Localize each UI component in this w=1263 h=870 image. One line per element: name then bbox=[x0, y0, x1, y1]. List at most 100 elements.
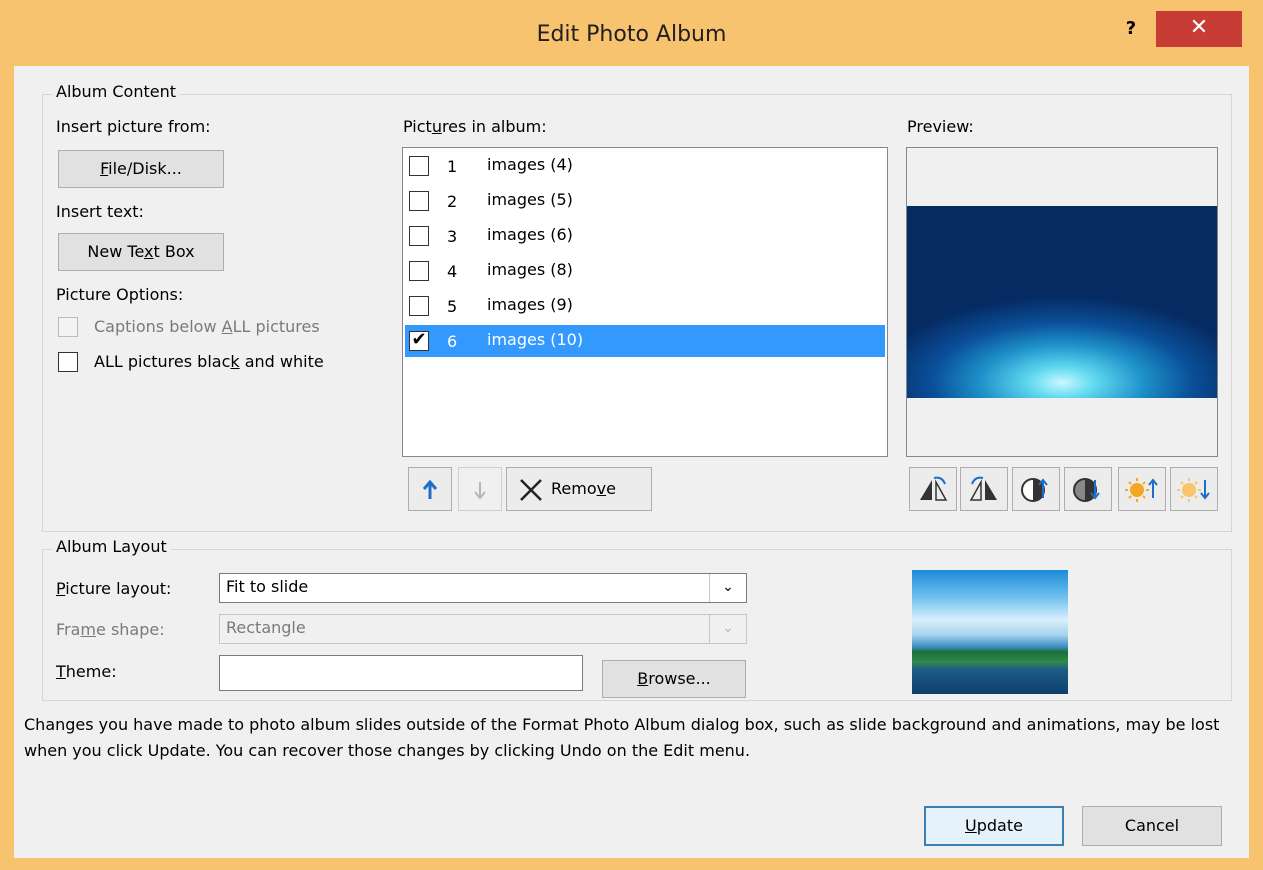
preview-image bbox=[907, 206, 1217, 398]
picture-checkbox[interactable] bbox=[409, 261, 429, 281]
album-content-label: Album Content bbox=[52, 82, 180, 101]
frame-shape-accesskey: m bbox=[80, 620, 97, 639]
picture-number: 5 bbox=[447, 297, 458, 316]
chevron-down-icon[interactable]: ⌄ bbox=[709, 574, 746, 602]
list-item[interactable]: ✔ 6 images (10) bbox=[405, 325, 885, 357]
picture-layout-accesskey: P bbox=[56, 579, 66, 598]
dialog-title: Edit Photo Album bbox=[536, 22, 727, 47]
rotate-right-button[interactable] bbox=[960, 467, 1008, 511]
pictures-label-text-rest: res in album: bbox=[441, 117, 547, 136]
black-white-accesskey: k bbox=[230, 352, 240, 371]
picture-checkbox[interactable] bbox=[409, 191, 429, 211]
new-text-box-text: New Te bbox=[87, 242, 145, 261]
list-item[interactable]: 5 images (9) bbox=[405, 290, 885, 322]
picture-number: 1 bbox=[447, 157, 458, 176]
rotate-right-icon bbox=[969, 476, 997, 501]
frame-shape-dropdown[interactable]: Rectangle ⌄ bbox=[219, 614, 747, 644]
picture-number: 2 bbox=[447, 192, 458, 211]
picture-number: 3 bbox=[447, 227, 458, 246]
new-text-box-button[interactable]: New Text Box bbox=[58, 233, 224, 271]
picture-checkbox[interactable]: ✔ bbox=[409, 331, 429, 351]
picture-number: 4 bbox=[447, 262, 458, 281]
picture-checkbox[interactable] bbox=[409, 226, 429, 246]
picture-name: images (9) bbox=[487, 295, 573, 314]
pictures-label-text: Pict bbox=[403, 117, 432, 136]
dialog-client-area: Album Content Insert picture from: File/… bbox=[14, 66, 1249, 858]
more-brightness-icon bbox=[1125, 478, 1158, 502]
new-text-box-text-rest: t Box bbox=[153, 242, 195, 261]
rotate-left-icon bbox=[920, 476, 948, 501]
picture-checkbox[interactable] bbox=[409, 156, 429, 176]
picture-name: images (6) bbox=[487, 225, 573, 244]
pictures-in-album-label: Pictures in album: bbox=[403, 117, 547, 136]
move-up-button[interactable] bbox=[408, 467, 452, 511]
captions-option-label: Captions below ALL pictures bbox=[94, 317, 320, 336]
captions-text: Captions below bbox=[94, 317, 222, 336]
frame-shape-text-rest: e shape: bbox=[96, 620, 165, 639]
browse-accesskey: B bbox=[637, 669, 649, 688]
check-mark-icon: ✔ bbox=[411, 329, 427, 350]
move-down-button[interactable] bbox=[458, 467, 502, 511]
cancel-button[interactable]: Cancel bbox=[1082, 806, 1222, 846]
picture-checkbox[interactable] bbox=[409, 296, 429, 316]
remove-accesskey: v bbox=[596, 479, 607, 498]
update-button[interactable]: Update bbox=[924, 806, 1064, 846]
less-brightness-button[interactable] bbox=[1170, 467, 1218, 511]
list-item[interactable]: 4 images (8) bbox=[405, 255, 885, 287]
more-contrast-button[interactable] bbox=[1012, 467, 1060, 511]
black-white-option-label[interactable]: ALL pictures black and white bbox=[94, 352, 324, 371]
remove-button[interactable]: Remove bbox=[506, 467, 652, 511]
list-item[interactable]: 1 images (4) bbox=[405, 150, 885, 182]
preview-pane bbox=[906, 147, 1218, 457]
black-white-text: ALL pictures blac bbox=[94, 352, 231, 371]
update-text: pdate bbox=[976, 816, 1023, 835]
warning-note: Changes you have made to photo album sli… bbox=[24, 715, 1220, 760]
preview-label: Preview: bbox=[907, 117, 974, 136]
black-white-checkbox[interactable] bbox=[58, 352, 78, 372]
picture-name: images (4) bbox=[487, 155, 573, 174]
remove-x-icon bbox=[520, 479, 542, 501]
update-accesskey: U bbox=[965, 816, 977, 835]
picture-layout-dropdown[interactable]: Fit to slide ⌄ bbox=[219, 573, 747, 603]
more-contrast-icon bbox=[1021, 478, 1048, 502]
theme-label: Theme: bbox=[56, 662, 117, 681]
more-brightness-button[interactable] bbox=[1118, 467, 1166, 511]
close-button[interactable]: ✕ bbox=[1156, 11, 1242, 47]
title-bar[interactable]: Edit Photo Album ? ✕ bbox=[0, 0, 1263, 72]
file-disk-accesskey: F bbox=[100, 159, 109, 178]
list-item[interactable]: 3 images (6) bbox=[405, 220, 885, 252]
help-button[interactable]: ? bbox=[1116, 14, 1146, 44]
less-contrast-button[interactable] bbox=[1064, 467, 1112, 511]
picture-name: images (10) bbox=[487, 330, 584, 349]
file-disk-button[interactable]: File/Disk... bbox=[58, 150, 224, 188]
captions-text-rest: LL pictures bbox=[232, 317, 320, 336]
picture-options-label: Picture Options: bbox=[56, 285, 184, 304]
rotate-left-button[interactable] bbox=[909, 467, 957, 511]
file-disk-text-rest: ile/Disk... bbox=[108, 159, 182, 178]
insert-picture-from-label: Insert picture from: bbox=[56, 117, 211, 136]
picture-number: 6 bbox=[447, 332, 458, 351]
browse-text: rowse... bbox=[648, 669, 711, 688]
frame-shape-text: Fra bbox=[56, 620, 81, 639]
arrow-up-icon bbox=[422, 479, 438, 499]
pictures-label-accesskey: u bbox=[431, 117, 442, 136]
theme-accesskey: T bbox=[56, 662, 66, 681]
captions-checkbox[interactable] bbox=[58, 317, 78, 337]
picture-name: images (5) bbox=[487, 190, 573, 209]
chevron-down-icon[interactable]: ⌄ bbox=[709, 615, 746, 643]
pictures-listbox[interactable]: 1 images (4) 2 images (5) 3 images (6) 4 images… bbox=[402, 147, 888, 457]
black-white-text-rest: and white bbox=[239, 352, 324, 371]
picture-name: images (8) bbox=[487, 260, 573, 279]
browse-button[interactable]: Browse... bbox=[602, 660, 746, 698]
picture-layout-label: Picture layout: bbox=[56, 579, 171, 598]
remove-label: Remove bbox=[551, 468, 616, 510]
list-item[interactable]: 2 images (5) bbox=[405, 185, 885, 217]
less-contrast-icon bbox=[1073, 478, 1100, 502]
dialog-window: Edit Photo Album ? ✕ Album Content Inser… bbox=[0, 0, 1263, 870]
layout-thumbnail bbox=[912, 570, 1068, 694]
arrow-down-icon bbox=[474, 482, 486, 500]
less-brightness-icon bbox=[1177, 478, 1210, 502]
insert-text-label: Insert text: bbox=[56, 202, 144, 221]
theme-input[interactable] bbox=[219, 655, 583, 691]
frame-shape-label: Frame shape: bbox=[56, 620, 165, 639]
